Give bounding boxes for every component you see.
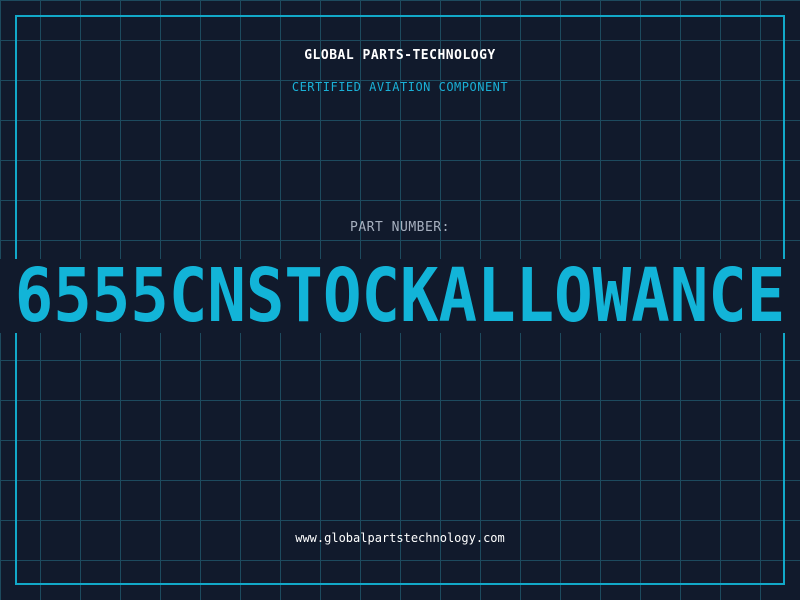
label-canvas: GLOBAL PARTS-TECHNOLOGY CERTIFIED AVIATI… [0, 0, 800, 600]
part-number-label: PART NUMBER: [350, 220, 450, 235]
company-name: GLOBAL PARTS-TECHNOLOGY [304, 48, 496, 63]
website-url: www.globalpartstechnology.com [295, 531, 505, 545]
part-number-band: 6555CNSTOCKALLOWANCE [0, 259, 800, 333]
part-number-value: 6555CNSTOCKALLOWANCE [14, 259, 786, 333]
certification-subtitle: CERTIFIED AVIATION COMPONENT [291, 80, 509, 94]
